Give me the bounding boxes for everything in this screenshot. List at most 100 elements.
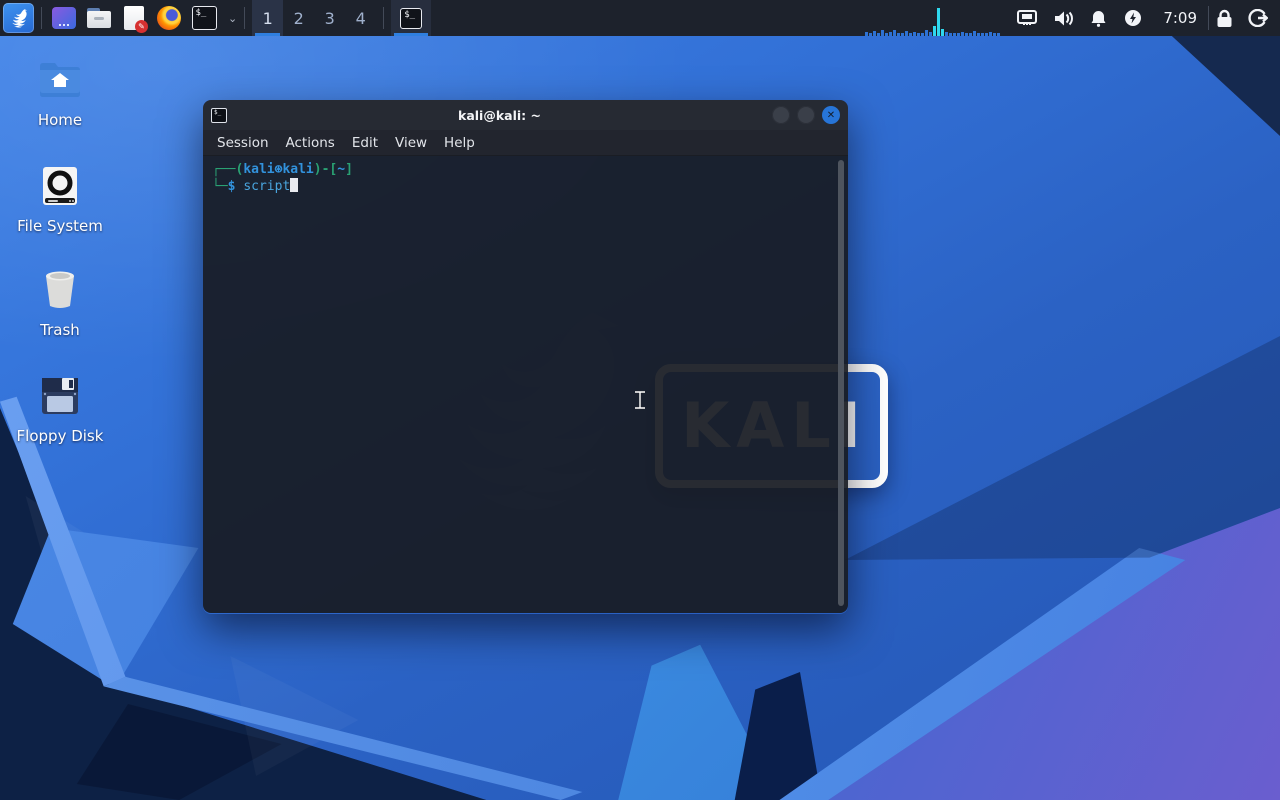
- cpu-bar: [933, 26, 936, 36]
- cpu-bar: [989, 32, 992, 36]
- cpu-bar: [921, 33, 924, 36]
- file-manager-launcher[interactable]: [86, 5, 112, 31]
- workspace-1[interactable]: 1: [252, 0, 283, 36]
- cpu-bar: [897, 33, 900, 36]
- cpu-bar: [905, 31, 908, 36]
- clock[interactable]: 7:09: [1163, 9, 1197, 27]
- cpu-bar: [945, 32, 948, 36]
- trash-bin-icon: [36, 266, 84, 314]
- minimize-button[interactable]: [772, 106, 790, 124]
- workspace-label: 2: [294, 9, 304, 28]
- power-manager-icon[interactable]: [1124, 9, 1142, 27]
- desktop-icon-home[interactable]: Home: [12, 56, 108, 129]
- terminal-menubar: Session Actions Edit View Help: [203, 130, 848, 156]
- cpu-bar: [953, 33, 956, 36]
- notifications-icon[interactable]: [1090, 10, 1107, 27]
- menu-help[interactable]: Help: [444, 135, 475, 151]
- network-icon[interactable]: [1017, 10, 1037, 26]
- cpu-bar: [917, 33, 920, 36]
- desktop-icon-label: Trash: [40, 321, 80, 339]
- close-button[interactable]: [822, 106, 840, 124]
- maximize-button[interactable]: [797, 106, 815, 124]
- typed-command: script: [243, 179, 290, 194]
- terminal-cursor: [290, 178, 298, 192]
- active-underline: [394, 33, 428, 36]
- folder-icon: [87, 8, 111, 28]
- taskbar-item-terminal[interactable]: [391, 0, 431, 36]
- cpu-bar: [965, 33, 968, 36]
- desktop-icon-trash[interactable]: Trash: [12, 266, 108, 339]
- cpu-bar: [893, 30, 896, 36]
- launcher-bar: ⌄: [51, 5, 237, 31]
- menu-actions[interactable]: Actions: [286, 135, 335, 151]
- cpu-bar: [993, 33, 996, 36]
- terminal-scrollbar[interactable]: [838, 160, 844, 606]
- cpu-bar: [937, 8, 940, 36]
- cpu-bar: [961, 32, 964, 36]
- desktop-icon-floppy-disk[interactable]: Floppy Disk: [12, 372, 108, 445]
- cpu-bar: [969, 33, 972, 36]
- ibeam-cursor: [632, 390, 648, 410]
- cpu-bar: [997, 33, 1000, 36]
- lock-screen-icon[interactable]: [1216, 9, 1233, 28]
- status-tray: 7:09: [1017, 9, 1201, 27]
- cpu-bar: [865, 32, 868, 36]
- floppy-disk-icon: [36, 372, 84, 420]
- cpu-bar: [873, 31, 876, 36]
- launcher-dropdown-caret[interactable]: ⌄: [228, 12, 237, 25]
- text-editor-launcher[interactable]: [121, 5, 147, 31]
- cpu-bar: [881, 30, 884, 36]
- workspace-3[interactable]: 3: [314, 0, 345, 36]
- cpu-bar: [941, 29, 944, 36]
- cpu-history-graph[interactable]: [865, 6, 1003, 36]
- applications-menu-button[interactable]: [3, 3, 34, 33]
- cpu-bar: [901, 33, 904, 36]
- terminal-launcher[interactable]: [191, 5, 217, 31]
- terminal-screen[interactable]: ┌──(kali⊛kali)-[~] └─$ script: [203, 156, 848, 613]
- window-icon: [211, 108, 227, 123]
- terminal-icon: [400, 8, 422, 29]
- prompt-line-1: ┌──(kali⊛kali)-[~]: [212, 161, 848, 178]
- workspace-2[interactable]: 2: [283, 0, 314, 36]
- menu-edit[interactable]: Edit: [352, 135, 378, 151]
- panel-separator: [383, 7, 384, 29]
- firefox-icon: [157, 6, 181, 30]
- cpu-bar: [877, 33, 880, 36]
- session-buttons: [1216, 9, 1268, 28]
- panel-separator: [244, 7, 245, 29]
- window-title: kali@kali: ~: [227, 108, 772, 123]
- panel-separator: [1208, 6, 1209, 30]
- cpu-bar: [929, 32, 932, 36]
- cpu-bar: [949, 33, 952, 36]
- active-underline: [255, 33, 280, 36]
- window-titlebar[interactable]: kali@kali: ~: [203, 100, 848, 130]
- workspace-4[interactable]: 4: [345, 0, 376, 36]
- logout-icon[interactable]: [1248, 9, 1268, 27]
- prompt-line-2: └─$ script: [212, 178, 848, 195]
- workspace-label: 3: [325, 9, 335, 28]
- show-desktop-launcher[interactable]: [51, 5, 77, 31]
- desktop-icon-label: File System: [17, 217, 103, 235]
- terminal-icon: [192, 6, 217, 30]
- pencil-badge-icon: [135, 20, 148, 33]
- cpu-bar: [889, 32, 892, 36]
- workspace-label: 4: [356, 9, 366, 28]
- volume-icon[interactable]: [1054, 10, 1073, 27]
- desktop-icon-file-system[interactable]: File System: [12, 162, 108, 235]
- cpu-bar: [909, 33, 912, 36]
- document-icon: [124, 6, 144, 30]
- menu-view[interactable]: View: [395, 135, 427, 151]
- menu-session[interactable]: Session: [217, 135, 269, 151]
- workspace-label: 1: [263, 9, 273, 28]
- panel-separator: [41, 7, 42, 29]
- firefox-launcher[interactable]: [156, 5, 182, 31]
- top-panel: ⌄ 1 2 3 4 7:09: [0, 0, 1280, 36]
- cpu-bar: [885, 33, 888, 36]
- terminal-window: kali@kali: ~ Session Actions Edit View H…: [203, 100, 848, 614]
- cpu-bar: [925, 30, 928, 36]
- desktop-icon-label: Floppy Disk: [17, 427, 104, 445]
- desktop-icon-label: Home: [38, 111, 82, 129]
- workspace-switcher: 1 2 3 4: [252, 0, 376, 36]
- window-controls: [772, 106, 840, 124]
- drive-icon: [36, 162, 84, 210]
